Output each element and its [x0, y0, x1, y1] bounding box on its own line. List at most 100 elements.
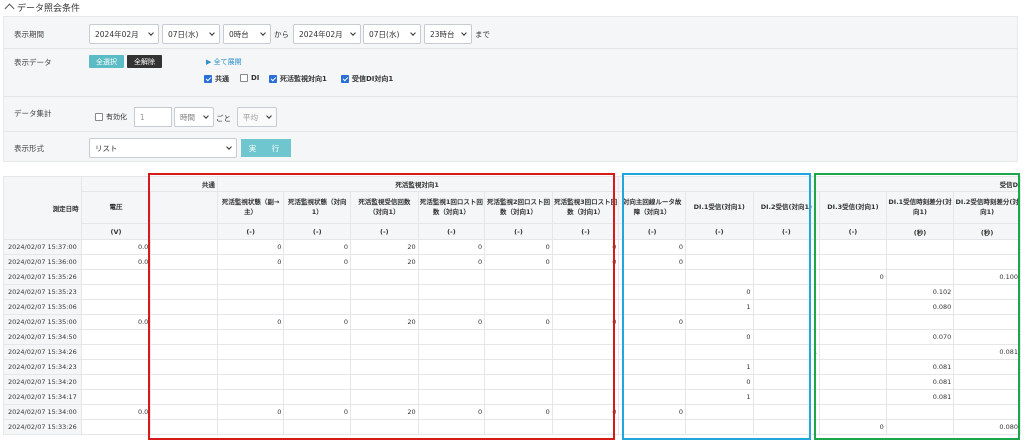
table-cell [618, 359, 686, 375]
table-cell: 1 [752, 344, 821, 360]
checkbox-icon[interactable] [95, 113, 103, 121]
checkbox-icon[interactable] [341, 75, 349, 83]
data-table: 測定日時 共通 死活監視対向1 受信D 電圧 死活監視状態（副→主） 死活監視状態（… [3, 176, 1021, 435]
table-cell [80, 344, 152, 360]
blank-unit [150, 223, 218, 240]
start-day-select[interactable]: 07日(水) [162, 24, 220, 44]
row-timestamp: 2024/02/07 15:35:23 [3, 284, 82, 300]
checkbox-receive-di[interactable]: 受信DI対向1 [341, 74, 393, 84]
table-cell [551, 329, 620, 345]
table-cell: 20 [350, 404, 419, 420]
checkbox-icon[interactable] [269, 75, 277, 83]
table-cell: 0 [819, 269, 887, 285]
table-cell [484, 269, 553, 285]
table-row: 2024/02/07 15:34:50 0 0.070 [3, 329, 1021, 345]
column-header: 死活監視状態（副→主） [216, 191, 285, 224]
column-header: DI.1受信時刻差分(対向1) [885, 191, 955, 224]
column-unit: (-) [752, 223, 821, 240]
table-cell [752, 299, 821, 315]
checkbox-alive[interactable]: 死活監視対向1 [269, 74, 327, 84]
table-cell [752, 239, 821, 255]
expand-all-link[interactable]: ▶ 全て展開 [206, 57, 242, 67]
table-cell [80, 284, 152, 300]
table-cell [350, 389, 419, 405]
table-cell [150, 344, 218, 360]
table-cell: 0 [551, 239, 620, 255]
chevron-down-icon [350, 30, 356, 36]
table-cell: 0 [283, 239, 352, 255]
checkbox-icon[interactable] [240, 74, 248, 82]
table-cell: 0 [551, 314, 620, 330]
table-cell [885, 239, 955, 255]
row-timestamp: 2024/02/07 15:34:23 [3, 359, 82, 375]
table-cell: 0.0 [80, 314, 152, 330]
table-cell [752, 404, 821, 420]
table-cell [752, 419, 821, 435]
table-cell [819, 254, 887, 270]
period-label: 表示期間 [14, 30, 44, 39]
table-cell [618, 344, 686, 360]
from-word: から [274, 30, 289, 39]
column-header: DI.3受信(対向1) [819, 191, 887, 224]
table-cell [618, 284, 686, 300]
table-cell [618, 389, 686, 405]
table-cell [283, 329, 352, 345]
interval-input[interactable]: 1 [134, 107, 172, 127]
end-month-select[interactable]: 2024年02月 [293, 24, 361, 44]
section-header[interactable]: データ照会条件 [4, 0, 80, 14]
table-cell [417, 269, 486, 285]
table-cell: 0.081 [953, 344, 1021, 360]
table-row: 2024/02/07 15:35:23 0 0.102 [3, 284, 1021, 300]
method-select[interactable]: 平均 [237, 107, 277, 127]
table-cell [885, 269, 955, 285]
checkbox-common[interactable]: 共通 [204, 74, 229, 84]
table-cell [953, 299, 1021, 315]
table-cell: 0.081 [885, 389, 955, 405]
chevron-up-icon[interactable] [4, 3, 15, 14]
data-label: 表示データ [14, 58, 52, 67]
table-cell [819, 284, 887, 300]
table-cell [618, 329, 686, 345]
column-header: DI.2受信時刻差分(対向1) [953, 191, 1021, 224]
chevron-down-icon [226, 144, 232, 150]
table-cell [618, 299, 686, 315]
table-cell [150, 389, 218, 405]
column-header: DI.2受信(対向1) [752, 191, 821, 224]
clear-all-button[interactable]: 全解除 [127, 55, 162, 68]
table-cell: 0 [684, 329, 754, 345]
run-button[interactable]: 実 行 [241, 139, 291, 157]
table-cell [216, 419, 285, 435]
select-all-button[interactable]: 全選択 [89, 55, 124, 68]
table-cell: 0.100 [953, 269, 1021, 285]
table-cell: 20 [350, 254, 419, 270]
end-hour-select[interactable]: 23時台 [424, 24, 472, 44]
column-unit: (-) [350, 223, 419, 240]
table-cell [752, 254, 821, 270]
table-cell [819, 299, 887, 315]
unit-select[interactable]: 時間 [174, 107, 214, 127]
chevron-down-icon [203, 113, 209, 119]
table-cell [216, 269, 285, 285]
end-day-select[interactable]: 07日(水) [363, 24, 421, 44]
table-cell [752, 374, 821, 390]
table-cell [283, 284, 352, 300]
table-cell [484, 359, 553, 375]
start-hour-select[interactable]: 0時台 [223, 24, 271, 44]
table-cell: 0 [618, 239, 686, 255]
table-cell [953, 239, 1021, 255]
checkbox-icon[interactable] [204, 75, 212, 83]
format-select[interactable]: リスト [89, 138, 237, 158]
checkbox-di[interactable]: DI [240, 74, 259, 82]
table-cell [150, 299, 218, 315]
table-cell [953, 254, 1021, 270]
data-table-container[interactable]: 測定日時 共通 死活監視対向1 受信D 電圧 死活監視状態（副→主） 死活監視状態（… [3, 176, 1021, 438]
table-cell [819, 239, 887, 255]
table-cell [484, 299, 553, 315]
start-month-select[interactable]: 2024年02月 [89, 24, 159, 44]
table-cell [150, 314, 218, 330]
table-cell [551, 299, 620, 315]
column-unit: (-) [618, 223, 686, 240]
table-cell [80, 359, 152, 375]
enable-checkbox[interactable]: 有効化 [95, 112, 127, 122]
table-cell [953, 359, 1021, 375]
